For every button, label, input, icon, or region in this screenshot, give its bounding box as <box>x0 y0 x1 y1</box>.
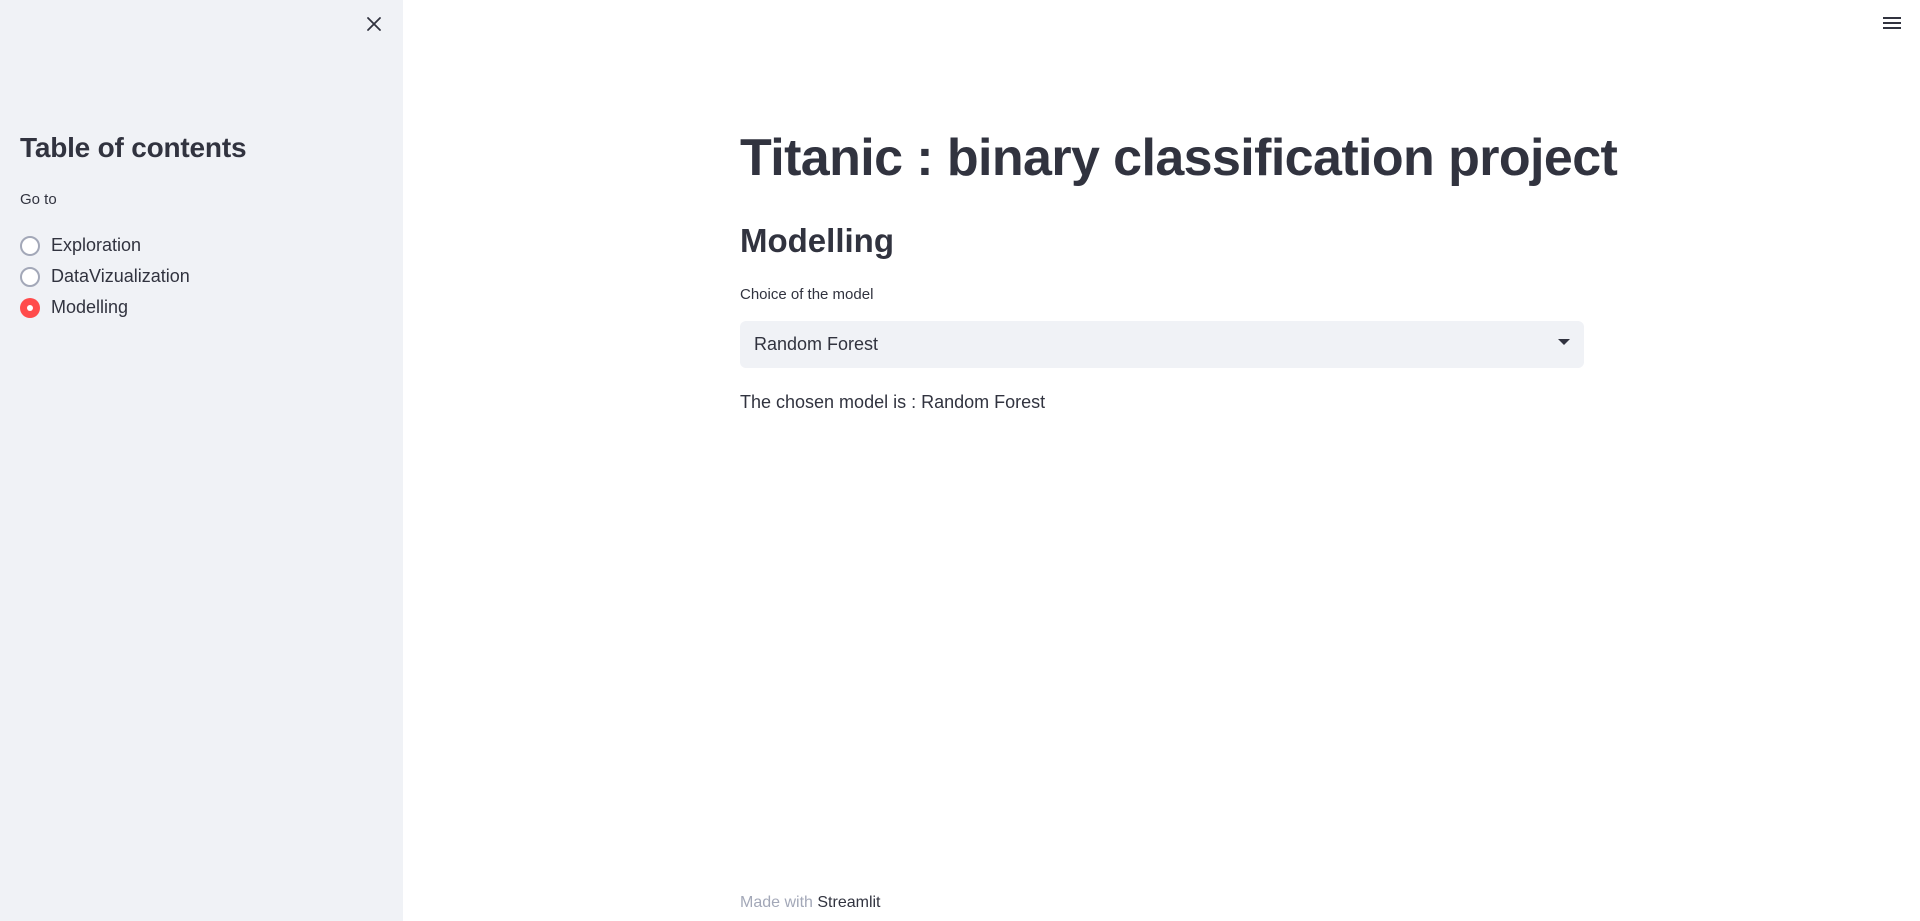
navigation-radio-group: Exploration DataVizualization Modelling <box>20 230 190 323</box>
radio-group-label: Go to <box>20 191 57 208</box>
hamburger-menu-icon <box>1883 17 1901 29</box>
radio-button[interactable] <box>20 266 40 287</box>
radio-option-datavizualization[interactable]: DataVizualization <box>20 261 190 292</box>
close-sidebar-button[interactable] <box>361 11 387 37</box>
model-select-label: Choice of the model <box>740 286 874 303</box>
radio-label: Exploration <box>51 235 142 255</box>
radio-button-selected[interactable] <box>20 297 40 318</box>
radio-button[interactable] <box>20 235 40 256</box>
streamlit-link[interactable]: Streamlit <box>817 894 880 911</box>
sidebar-title: Table of contents <box>20 132 247 163</box>
footer: Made with Streamlit <box>740 894 881 912</box>
model-select-value: Random Forest <box>754 334 879 354</box>
model-select[interactable]: Random Forest <box>740 321 1584 368</box>
radio-label: Modelling <box>51 297 129 317</box>
main-content: Titanic : binary classification project … <box>740 0 1618 921</box>
chevron-down-icon <box>1558 339 1570 345</box>
close-icon <box>367 17 381 31</box>
page-title: Titanic : binary classification project <box>740 129 1618 187</box>
main-menu-button[interactable] <box>1878 10 1906 36</box>
radio-option-exploration[interactable]: Exploration <box>20 230 190 261</box>
radio-label: DataVizualization <box>51 266 190 286</box>
footer-prefix: Made with <box>740 894 818 911</box>
chosen-model-text: The chosen model is : Random Forest <box>740 392 1046 412</box>
radio-option-modelling[interactable]: Modelling <box>20 292 190 323</box>
section-title: Modelling <box>740 222 894 259</box>
app-root: Table of contents Go to Exploration Data… <box>0 0 1920 921</box>
sidebar: Table of contents Go to Exploration Data… <box>0 0 403 921</box>
